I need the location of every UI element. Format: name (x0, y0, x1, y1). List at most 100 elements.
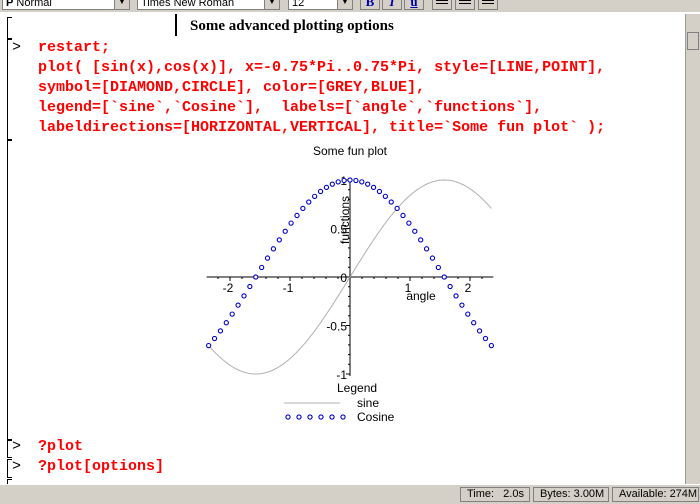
cosine-point (459, 302, 465, 308)
bytes-value: 3.00M (573, 488, 605, 500)
cosine-point (370, 184, 377, 191)
x-tick-label: -2 (223, 281, 234, 295)
cosine-point (394, 205, 400, 212)
plot-output[interactable]: -2-11210.50-0.5-1 Some fun plot angle fu… (180, 140, 520, 430)
align-center-button[interactable] (455, 0, 475, 10)
y-axis-label: functions (338, 196, 352, 244)
cosine-point (323, 184, 330, 191)
input-line-4[interactable]: legend=[`sine`,`Cosine`], labels=[`angle… (38, 99, 542, 116)
section-bracket[interactable] (7, 17, 12, 39)
cosine-point (235, 302, 241, 308)
style-value: Normal (16, 0, 52, 9)
y-tick-label: -0.5 (326, 320, 347, 334)
command-prompt-1: > (12, 438, 22, 455)
legend-title: Legend (337, 381, 377, 395)
input-line-1[interactable]: restart; (38, 39, 110, 56)
cosine-point (294, 212, 300, 219)
legend-cosine-dot (340, 414, 346, 420)
style-prefix: P (6, 0, 14, 9)
output-bracket[interactable] (7, 139, 12, 441)
cosine-point (447, 283, 453, 290)
command-plot-options-help[interactable]: ?plot[options] (38, 458, 164, 475)
font-value: Times New Roman (141, 0, 235, 9)
plot-title: Some fun plot (313, 144, 388, 158)
x-tick-label: 2 (465, 281, 472, 295)
legend-cosine-dot (285, 414, 291, 420)
chevron-down-icon[interactable]: ▼ (264, 0, 279, 9)
chevron-down-icon[interactable]: ▼ (114, 0, 129, 9)
cosine-point (341, 177, 347, 184)
legend-cosine-label: Cosine (357, 410, 395, 424)
cosine-point (217, 328, 224, 334)
cosine-point (482, 335, 489, 342)
cosine-point (465, 311, 471, 317)
cosine-point (317, 188, 324, 195)
status-bar: Time: 2.0s Bytes: 3.00M Available: 274M (0, 484, 700, 504)
size-select[interactable]: 12 ▼ (288, 0, 353, 10)
cosine-point (423, 246, 430, 252)
bold-button[interactable]: B (360, 0, 380, 10)
align-right-button[interactable] (478, 0, 498, 10)
available-label: Available: (619, 488, 667, 500)
cosine-point (205, 342, 212, 349)
cosine-point (312, 193, 318, 199)
chevron-down-icon[interactable]: ▼ (337, 0, 352, 9)
cosine-point (376, 188, 383, 195)
cosine-point (288, 220, 294, 226)
command-plot-help[interactable]: ?plot (38, 438, 83, 455)
command-prompt-2: > (12, 458, 22, 475)
scrollbar-thumb[interactable] (687, 32, 699, 50)
cosine-point (476, 328, 483, 334)
cosine-point (329, 181, 335, 187)
cosine-point (400, 212, 406, 219)
cosine-point (347, 177, 353, 183)
input-line-5[interactable]: labeldirections=[HORIZONTAL,VERTICAL], t… (38, 119, 605, 136)
cosine-point (335, 179, 341, 185)
cosine-point (412, 228, 418, 234)
cosine-point (435, 264, 441, 271)
cosine-point (270, 246, 277, 252)
section-divider (175, 14, 177, 36)
y-tick-label: -1 (336, 368, 347, 382)
cosine-point (353, 177, 359, 184)
format-toolbar: P Normal ▼ Times New Roman ▼ 12 ▼ B I u (0, 0, 700, 12)
cosine-point (471, 320, 477, 326)
cosine-point (223, 320, 229, 326)
style-select[interactable]: P Normal ▼ (2, 0, 130, 10)
legend-cosine-swatch (285, 414, 346, 420)
cosine-point (300, 205, 306, 212)
time-label: Time: (467, 488, 495, 500)
cosine-point (211, 335, 218, 342)
time-value: 2.0s (503, 488, 524, 500)
cosine-point (388, 199, 394, 205)
status-bytes: Bytes: 3.00M (533, 487, 609, 502)
cosine-point (276, 237, 282, 243)
cosine-point (406, 220, 412, 226)
cosine-point (259, 264, 265, 271)
underline-button[interactable]: u (404, 0, 424, 10)
cosine-point (306, 199, 312, 205)
cosine-point (429, 255, 436, 261)
font-select[interactable]: Times New Roman ▼ (137, 0, 280, 10)
cosine-point (418, 237, 424, 243)
cosine-point (282, 228, 288, 234)
legend-cosine-dot (296, 414, 302, 420)
vertical-scrollbar[interactable] (685, 14, 700, 484)
cosine-point (253, 274, 259, 280)
status-time: Time: 2.0s (460, 487, 530, 502)
legend-cosine-dot (329, 414, 335, 420)
status-available: Available: 274M (612, 487, 699, 502)
input-line-2[interactable]: plot( [sin(x),cos(x)], x=-0.75*Pi..0.75*… (38, 59, 605, 76)
legend-cosine-dot (318, 414, 324, 420)
section-title: Some advanced plotting options (190, 18, 394, 34)
x-axis-label: angle (406, 289, 436, 303)
align-left-button[interactable] (432, 0, 452, 10)
x-tick-label: -1 (283, 281, 294, 295)
input-prompt: > (12, 39, 22, 56)
italic-button[interactable]: I (382, 0, 402, 10)
cosine-point (365, 181, 371, 187)
cosine-point (488, 342, 495, 349)
input-line-3[interactable]: symbol=[DIAMOND,CIRCLE], color=[GREY,BLU… (38, 79, 425, 96)
cosine-point (247, 283, 253, 290)
cosine-point (241, 293, 247, 299)
